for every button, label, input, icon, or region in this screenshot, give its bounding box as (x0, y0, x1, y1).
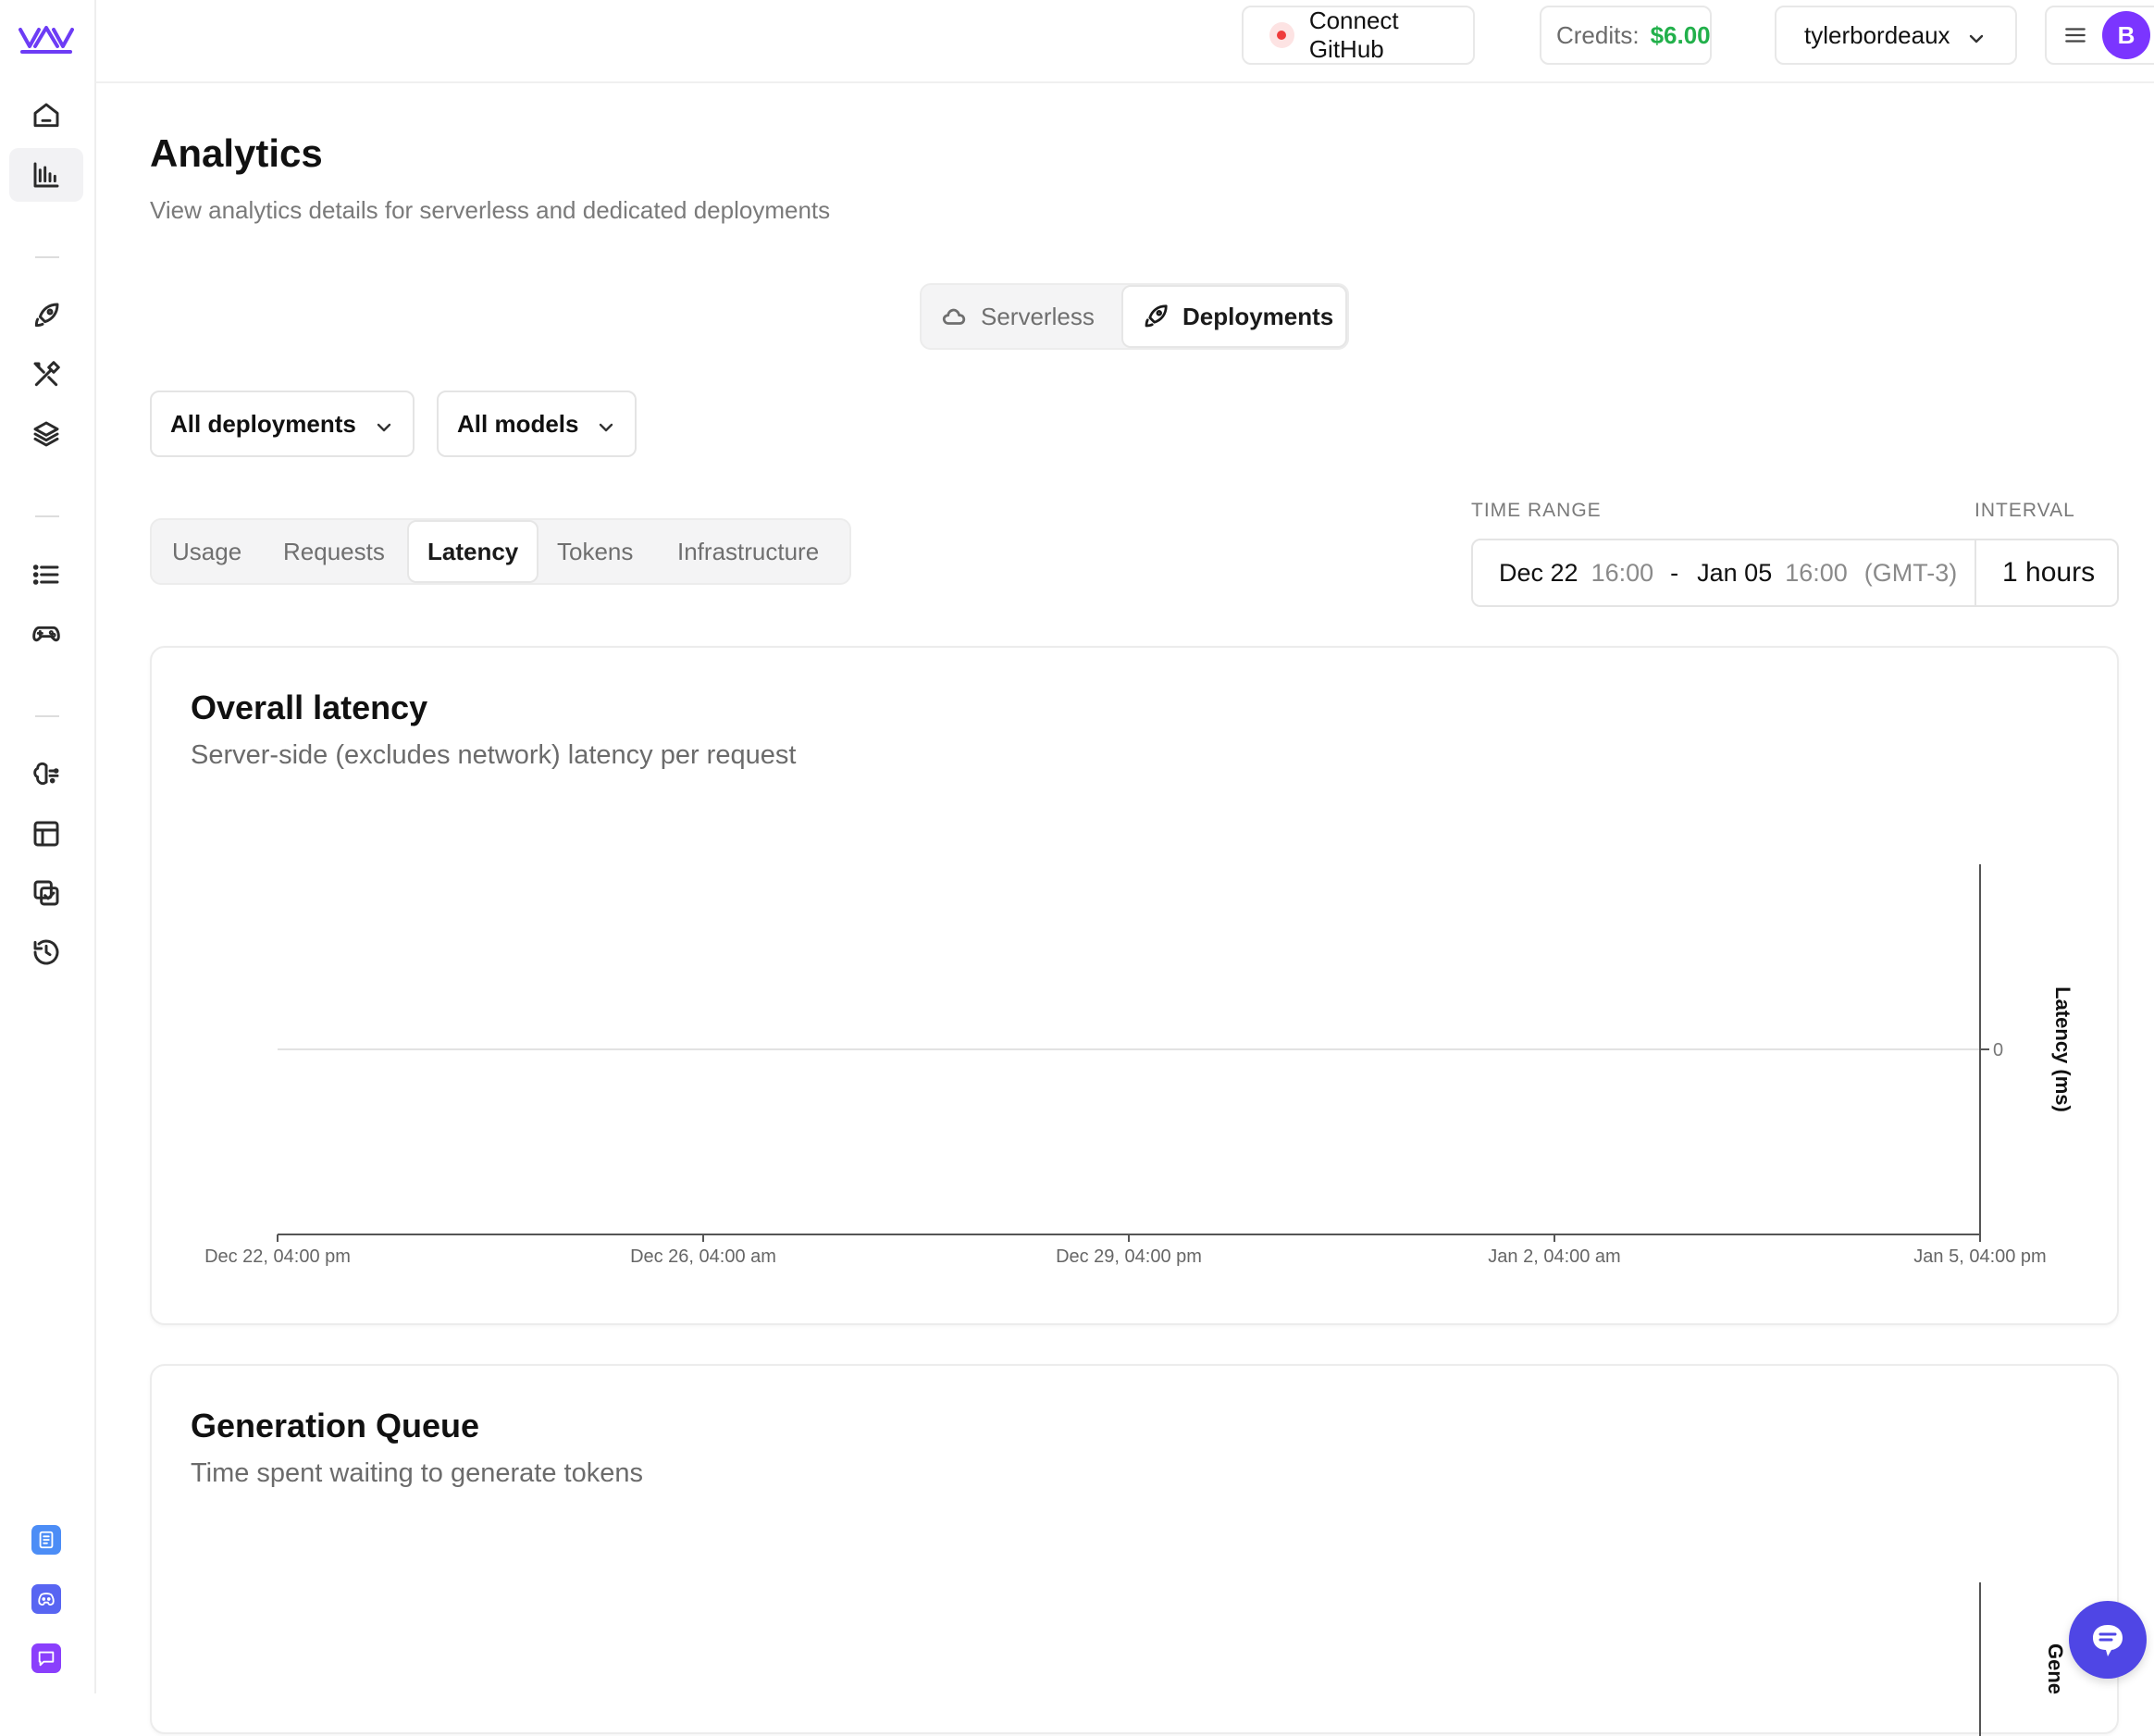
credits-label: Credits: (1556, 20, 1640, 49)
sidebar (0, 0, 96, 1693)
rocket-icon (1145, 304, 1168, 328)
chevron-down-icon (1967, 26, 1986, 44)
page-subtitle: View analytics details for serverless an… (150, 196, 831, 224)
connect-github-label: Connect GitHub (1308, 6, 1399, 63)
metric-tabs: Usage Requests Latency Tokens Infrastruc… (150, 518, 851, 585)
x-tick-label: Jan 5, 04:00 pm (1913, 1246, 2046, 1267)
rocket-icon[interactable] (9, 289, 83, 342)
x-tick-label: Dec 22, 04:00 pm (204, 1246, 351, 1267)
credits-badge[interactable]: Credits: $6.00 (1540, 6, 1712, 65)
deployments-dropdown-label: All deployments (170, 409, 356, 438)
cloud-icon (942, 308, 966, 325)
deployments-dropdown[interactable]: All deployments (150, 391, 415, 457)
discord-icon[interactable] (31, 1584, 61, 1614)
table-icon[interactable] (9, 807, 83, 861)
models-dropdown-label: All models (457, 409, 579, 438)
hamburger-icon (2065, 28, 2086, 43)
time-range-label: TIME RANGE (1471, 500, 1602, 521)
time-range-picker: Dec 22 16:00 - Jan 05 16:00 (GMT-3) 1 ho… (1471, 539, 2119, 607)
checklist-icon[interactable] (9, 866, 83, 920)
history-icon[interactable] (9, 925, 83, 979)
end-date: Jan 05 (1697, 558, 1773, 587)
y-axis-label: Latency (ms) (2051, 986, 2074, 1112)
connect-github-button[interactable]: Connect GitHub (1242, 6, 1475, 65)
latency-chart: 0 Dec 22, 04:00 pm Dec 26, 04:00 am Dec 29,… (204, 864, 2074, 1267)
y-axis-label: Gene (2044, 1643, 2067, 1694)
mode-switch: Serverless Deployments (920, 283, 1349, 350)
tools-icon[interactable] (9, 348, 83, 402)
logo-icon[interactable] (19, 20, 74, 57)
divider (1974, 540, 1976, 605)
tab-deployments[interactable]: Deployments (1121, 285, 1347, 348)
analytics-icon[interactable] (9, 148, 83, 202)
user-menu-button[interactable]: B (2045, 6, 2154, 65)
interval-label: INTERVAL (1974, 500, 2075, 521)
y-tick-label: 0 (1993, 1040, 2003, 1060)
interval-select[interactable]: 1 hours (2002, 540, 2095, 605)
end-time: 16:00 (1785, 558, 1848, 587)
chat-support-button[interactable] (2069, 1601, 2147, 1679)
layers-icon[interactable] (9, 407, 83, 461)
overall-latency-card: Overall latency Server-side (excludes ne… (150, 646, 2119, 1325)
generation-queue-chart: Gene (1979, 1582, 2067, 1736)
tab-serverless-label: Serverless (981, 302, 1095, 330)
generation-queue-card: Generation Queue Time spent waiting to g… (150, 1364, 2119, 1736)
avatar: B (2102, 11, 2150, 59)
brain-icon[interactable] (9, 748, 83, 801)
sidebar-divider (35, 715, 59, 717)
docs-icon[interactable] (31, 1525, 61, 1555)
x-tick-label: Dec 29, 04:00 pm (1056, 1246, 1202, 1267)
tab-serverless[interactable]: Serverless (940, 285, 1095, 348)
range-separator: - (1670, 558, 1679, 587)
username: tylerbordeaux (1804, 20, 1950, 49)
tab-deployments-label: Deployments (1182, 302, 1334, 330)
sidebar-divider (35, 515, 59, 517)
timezone: (GMT-3) (1863, 558, 1958, 587)
chevron-down-icon (597, 415, 615, 433)
credits-value: $6.00 (1650, 20, 1711, 49)
status-dot-icon (1269, 22, 1294, 48)
account-dropdown[interactable]: tylerbordeaux (1775, 6, 2017, 65)
chat-icon (2093, 1625, 2123, 1656)
start-time: 16:00 (1591, 558, 1654, 587)
tab-usage[interactable]: Usage (172, 520, 241, 583)
feedback-icon[interactable] (31, 1643, 61, 1673)
gamepad-icon[interactable] (9, 607, 83, 661)
home-icon[interactable] (9, 89, 83, 143)
tab-tokens[interactable]: Tokens (557, 520, 633, 583)
tab-latency[interactable]: Latency (407, 520, 539, 583)
models-dropdown[interactable]: All models (437, 391, 637, 457)
topbar: Connect GitHub Credits: $6.00 tylerborde… (96, 0, 2154, 83)
start-date: Dec 22 (1499, 558, 1578, 587)
tab-infrastructure[interactable]: Infrastructure (677, 520, 819, 583)
chevron-down-icon (375, 415, 393, 433)
list-icon[interactable] (9, 548, 83, 601)
x-tick-label: Dec 26, 04:00 am (630, 1246, 776, 1267)
page-title: Analytics (150, 131, 323, 175)
x-tick-label: Jan 2, 04:00 am (1488, 1246, 1620, 1267)
sidebar-divider (35, 256, 59, 258)
tab-requests[interactable]: Requests (283, 520, 385, 583)
date-range-button[interactable]: Dec 22 16:00 - Jan 05 16:00 (GMT-3) (1499, 540, 1957, 605)
